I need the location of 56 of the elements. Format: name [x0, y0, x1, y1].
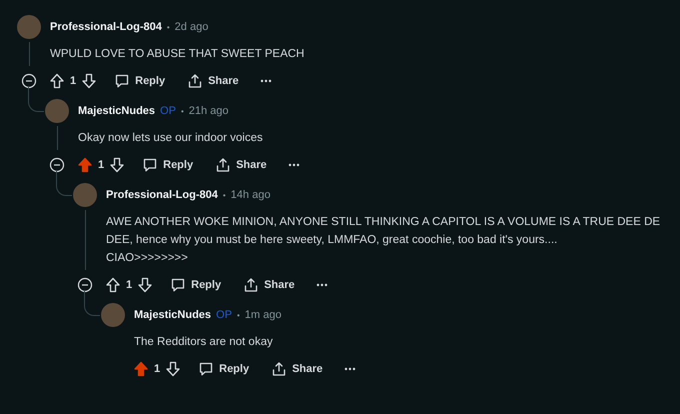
- reply-icon: [198, 361, 214, 377]
- username[interactable]: MajesticNudes: [134, 309, 212, 321]
- action-button[interactable]: Share: [235, 273, 303, 297]
- timestamp: 21h ago: [188, 105, 229, 117]
- reply-icon: [170, 277, 186, 293]
- timestamp: 14h ago: [230, 189, 270, 201]
- more-icon: [314, 281, 329, 289]
- more-icon: [258, 77, 273, 85]
- thread-line: [84, 290, 100, 316]
- separator-dot: •: [222, 190, 226, 200]
- reply-icon: [114, 73, 130, 89]
- share-icon: [271, 361, 288, 377]
- share-icon: [215, 157, 232, 173]
- action-button[interactable]: Reply: [190, 357, 258, 381]
- downvote-icon[interactable]: [137, 277, 154, 293]
- share-icon: [187, 73, 204, 89]
- collapse-icon[interactable]: [77, 277, 93, 293]
- avatar-placeholder: [101, 303, 125, 327]
- username[interactable]: MajesticNudes: [78, 105, 156, 117]
- comment-text: AWE ANOTHER WOKE MINION, ANYONE STILL THINKING A CAPITOL IS A VOLUME IS A TRUE DEE DE DEE, hence why you must be here sweety, LMMFAO, great coochie, too bad it's yours.... CIAO>>>>>>>>: [106, 215, 662, 266]
- timestamp: 1m ago: [244, 309, 282, 321]
- collapse-icon[interactable]: [49, 157, 65, 173]
- more-icon: [342, 365, 357, 373]
- action-button[interactable]: Reply: [162, 273, 230, 297]
- action-button[interactable]: Reply: [134, 153, 202, 177]
- downvote-icon[interactable]: [109, 157, 126, 173]
- reply-icon: [142, 157, 158, 173]
- action-button[interactable]: Share: [179, 69, 247, 93]
- downvote-icon[interactable]: [81, 73, 98, 89]
- thread-line: [56, 170, 72, 196]
- action-button[interactable]: Share: [263, 357, 331, 381]
- vote-count: 1: [98, 159, 104, 171]
- comment-text: The Redditors are not okay: [134, 335, 274, 350]
- thread-line: [28, 86, 44, 112]
- timestamp: 2d ago: [174, 21, 208, 33]
- op-tag: OP: [216, 309, 232, 321]
- action-button[interactable]: Reply: [106, 69, 174, 93]
- separator-dot: •: [236, 310, 240, 320]
- avatar-placeholder: [17, 15, 41, 39]
- downvote-icon[interactable]: [165, 361, 182, 377]
- separator-dot: •: [166, 22, 170, 32]
- comment-text: Okay now lets use our indoor voices: [78, 131, 264, 146]
- collapse-icon[interactable]: [21, 73, 37, 89]
- avatar-placeholder: [45, 99, 69, 123]
- action-button[interactable]: Share: [207, 153, 275, 177]
- more-icon: [286, 161, 301, 169]
- vote-count: 1: [154, 363, 160, 375]
- comment-text: WPULD LOVE TO ABUSE THAT SWEET PEACH: [50, 47, 306, 62]
- op-tag: OP: [160, 105, 176, 117]
- avatar-placeholder: [73, 183, 97, 207]
- vote-count: 1: [70, 75, 76, 87]
- share-icon: [243, 277, 260, 293]
- separator-dot: •: [180, 106, 184, 116]
- vote-count: 1: [126, 279, 132, 291]
- username[interactable]: Professional-Log-804: [106, 189, 218, 201]
- username[interactable]: Professional-Log-804: [50, 21, 162, 33]
